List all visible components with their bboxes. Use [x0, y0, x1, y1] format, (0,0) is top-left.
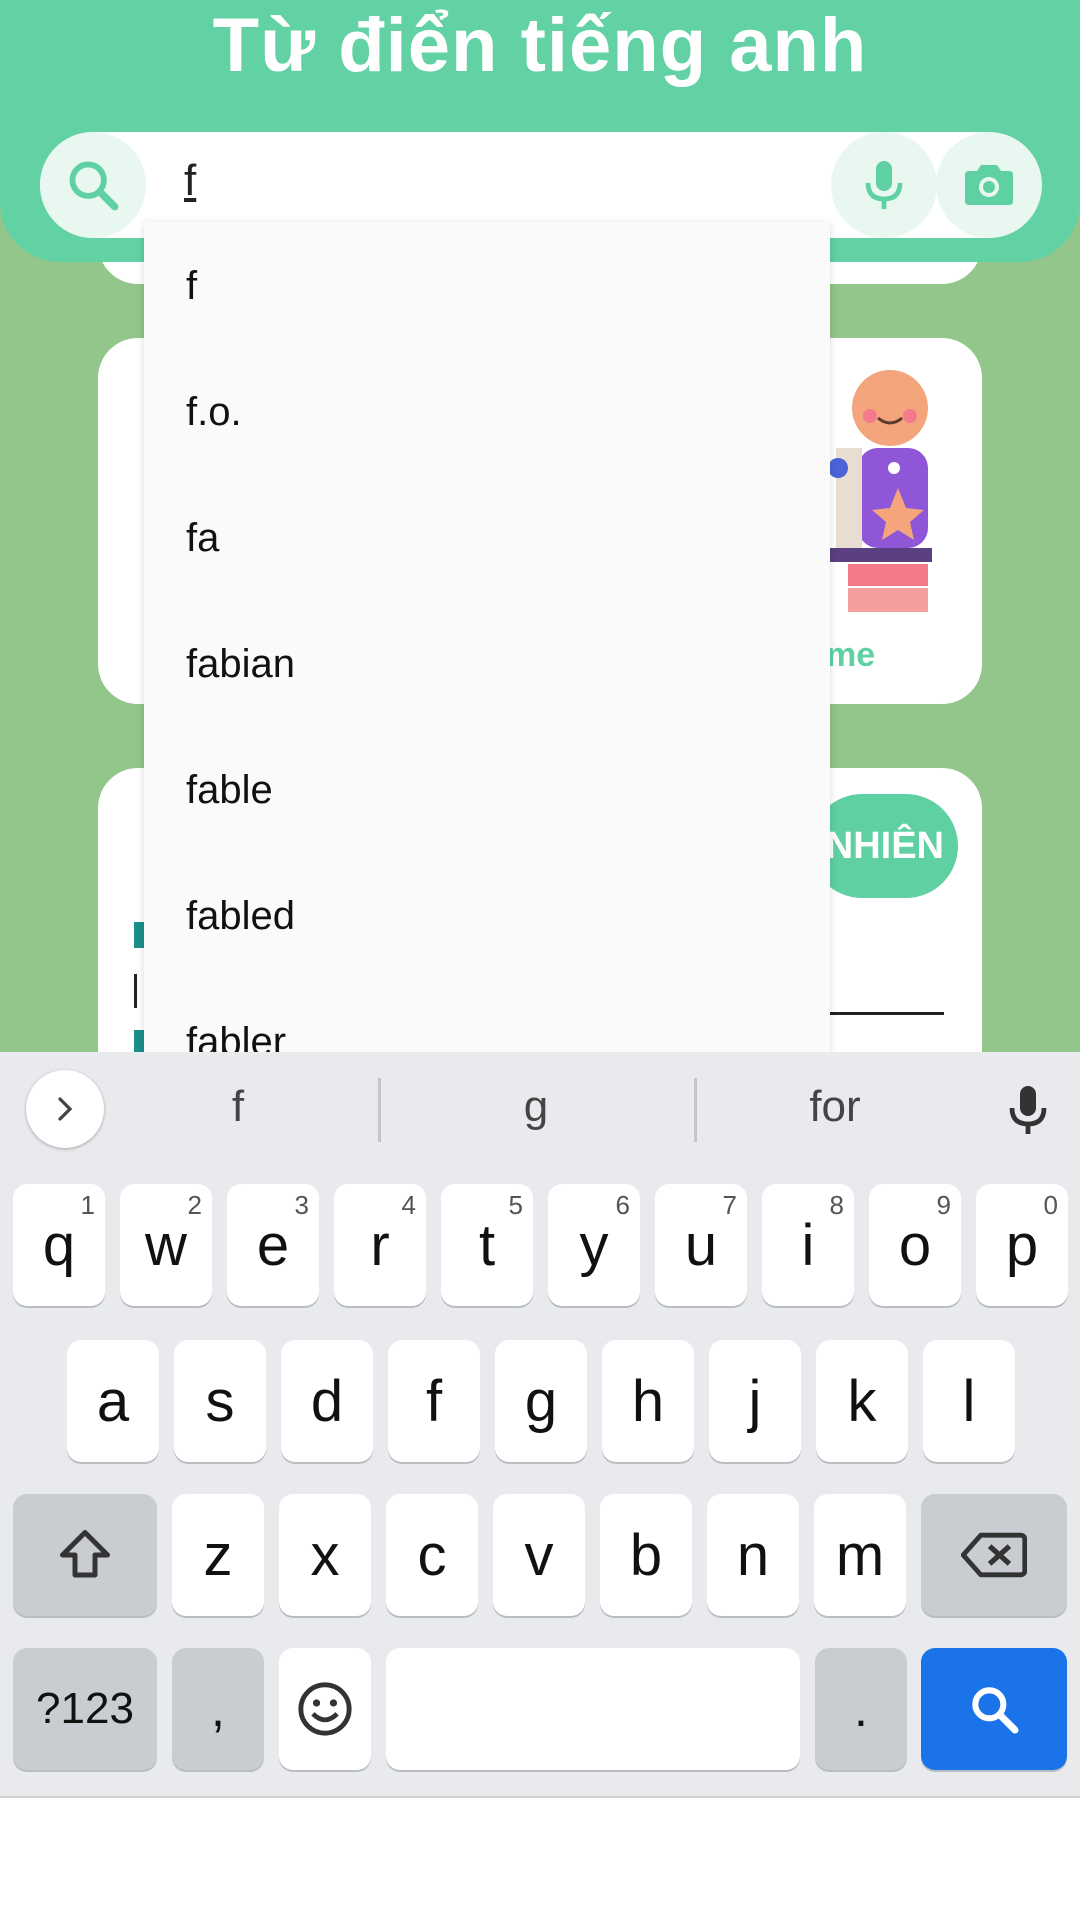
- backspace-key[interactable]: [921, 1494, 1067, 1616]
- word-suggestion[interactable]: g: [436, 1082, 636, 1132]
- period-key[interactable]: .: [815, 1648, 907, 1770]
- key-w[interactable]: w2: [120, 1184, 212, 1306]
- key-y[interactable]: y6: [548, 1184, 640, 1306]
- divider: [694, 1078, 697, 1142]
- key-n[interactable]: n: [707, 1494, 799, 1616]
- mic-icon[interactable]: [1000, 1082, 1056, 1138]
- search-button[interactable]: [40, 132, 146, 238]
- mic-icon: [865, 161, 903, 209]
- key-hint: 0: [1043, 1190, 1058, 1220]
- key-label: y: [579, 1212, 609, 1278]
- key-b[interactable]: b: [600, 1494, 692, 1616]
- key-r[interactable]: r4: [334, 1184, 426, 1306]
- chevron-right-icon: [58, 1097, 73, 1121]
- key-c[interactable]: c: [386, 1494, 478, 1616]
- key-u[interactable]: u7: [655, 1184, 747, 1306]
- key-hint: 2: [187, 1190, 202, 1220]
- space-key[interactable]: [386, 1648, 800, 1770]
- suggestion-item[interactable]: fabled: [186, 894, 295, 939]
- key-s[interactable]: s: [174, 1340, 266, 1462]
- random-button[interactable]: NHIÊN: [810, 794, 958, 898]
- suggestion-item[interactable]: f: [186, 264, 197, 309]
- search-input[interactable]: f: [184, 156, 196, 206]
- emoji-key[interactable]: [279, 1648, 371, 1770]
- emoji-icon: [298, 1682, 352, 1736]
- keyboard-expand-button[interactable]: [26, 1070, 104, 1148]
- key-j[interactable]: j: [709, 1340, 801, 1462]
- key-o[interactable]: o9: [869, 1184, 961, 1306]
- shift-icon: [60, 1530, 110, 1578]
- search-action-key[interactable]: [921, 1648, 1067, 1770]
- voice-search-button[interactable]: [831, 132, 937, 238]
- backspace-icon: [961, 1532, 1027, 1578]
- nav-bar-area: [0, 1796, 1080, 1922]
- key-label: p: [1005, 1212, 1039, 1278]
- key-t[interactable]: t5: [441, 1184, 533, 1306]
- key-label: q: [42, 1212, 76, 1278]
- key-z[interactable]: z: [172, 1494, 264, 1616]
- key-g[interactable]: g: [495, 1340, 587, 1462]
- suggestion-item[interactable]: fa: [186, 516, 219, 561]
- key-v[interactable]: v: [493, 1494, 585, 1616]
- autocomplete-dropdown: f f.o. fa fabian fable fabled fabler: [144, 222, 830, 1052]
- app-title: Từ điển tiếng anh: [212, 3, 868, 88]
- key-hint: 3: [294, 1190, 309, 1220]
- key-label: w: [145, 1212, 187, 1278]
- key-m[interactable]: m: [814, 1494, 906, 1616]
- key-hint: 6: [615, 1190, 630, 1220]
- key-f[interactable]: f: [388, 1340, 480, 1462]
- search-icon: [69, 161, 119, 211]
- word-suggestion[interactable]: for: [735, 1082, 935, 1132]
- key-p[interactable]: p0: [976, 1184, 1068, 1306]
- key-hint: 1: [80, 1190, 95, 1220]
- key-k[interactable]: k: [816, 1340, 908, 1462]
- key-x[interactable]: x: [279, 1494, 371, 1616]
- key-h[interactable]: h: [602, 1340, 694, 1462]
- divider: [378, 1078, 381, 1142]
- key-label: e: [256, 1212, 290, 1278]
- key-hint: 8: [829, 1190, 844, 1220]
- comma-key[interactable]: ,: [172, 1648, 264, 1770]
- key-label: i: [801, 1212, 815, 1278]
- key-l[interactable]: l: [923, 1340, 1015, 1462]
- symbols-key[interactable]: ?123: [13, 1648, 157, 1770]
- key-i[interactable]: i8: [762, 1184, 854, 1306]
- underline: [820, 1012, 944, 1015]
- key-label: o: [898, 1212, 932, 1278]
- suggestion-item[interactable]: fabian: [186, 642, 295, 687]
- illustration-character: [822, 370, 932, 612]
- text-fragment: [134, 1030, 144, 1052]
- camera-icon: [965, 165, 1013, 205]
- key-a[interactable]: a: [67, 1340, 159, 1462]
- home-label: me: [826, 636, 876, 674]
- key-label: u: [684, 1212, 718, 1278]
- key-hint: 5: [508, 1190, 523, 1220]
- keyboard-suggestion-strip: f g for: [0, 1052, 1080, 1168]
- key-q[interactable]: q1: [13, 1184, 105, 1306]
- key-hint: 7: [722, 1190, 737, 1220]
- text-fragment: [134, 922, 144, 948]
- key-label: t: [478, 1212, 496, 1278]
- suggestion-item[interactable]: fabler: [186, 1020, 286, 1052]
- shift-key[interactable]: [13, 1494, 157, 1616]
- suggestion-item[interactable]: f.o.: [186, 390, 242, 435]
- key-e[interactable]: e3: [227, 1184, 319, 1306]
- suggestion-item[interactable]: fable: [186, 768, 273, 813]
- key-d[interactable]: d: [281, 1340, 373, 1462]
- key-label: r: [370, 1212, 390, 1278]
- key-hint: 4: [401, 1190, 416, 1220]
- key-hint: 9: [936, 1190, 951, 1220]
- word-suggestion[interactable]: f: [138, 1082, 338, 1132]
- soft-keyboard: f g for ?123 , . q 1 w 2 e 3 r 4 t 5 y 6…: [0, 1052, 1080, 1796]
- keyboard-search-icon: [972, 1687, 1019, 1734]
- camera-search-button[interactable]: [936, 132, 1042, 238]
